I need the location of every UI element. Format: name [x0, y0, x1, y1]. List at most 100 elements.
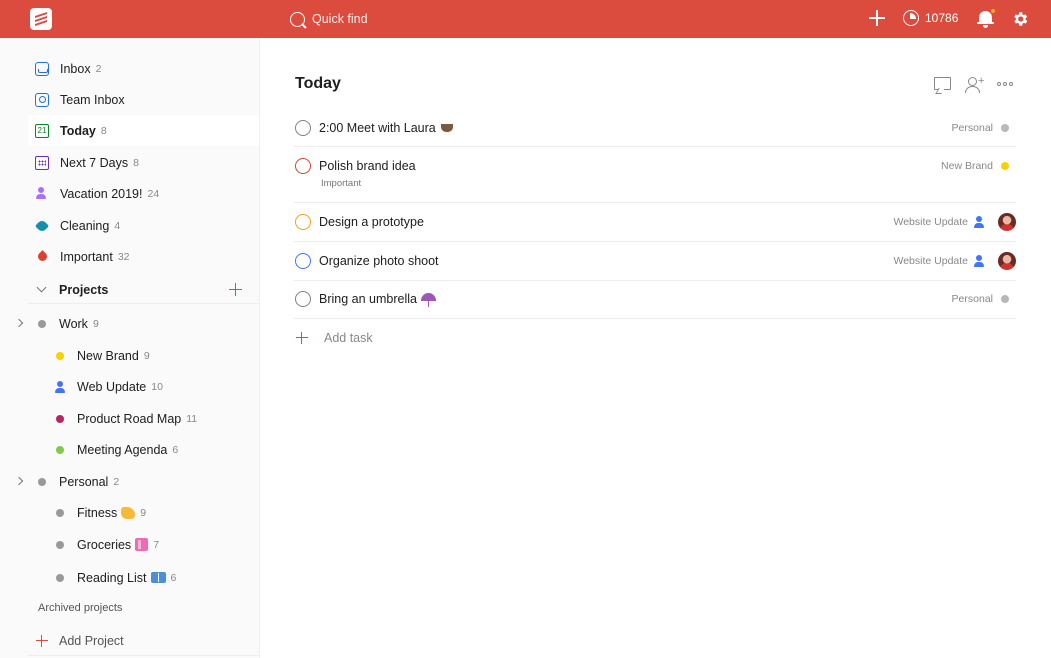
project-label: Web Update: [77, 379, 147, 394]
project-label: Fitness: [77, 505, 118, 520]
chevron-right-icon[interactable]: [14, 318, 24, 328]
productivity-button[interactable]: 10786: [903, 10, 958, 26]
plus-icon: [36, 634, 48, 647]
project-count: 11: [186, 412, 198, 425]
task-project-label[interactable]: Personal: [952, 122, 993, 134]
project-label: Personal: [59, 474, 109, 489]
add-project-button[interactable]: Add Project: [28, 626, 259, 656]
sidebar-item-count: 8: [100, 124, 107, 137]
sidebar-item-next-7-days[interactable]: Next 7 Days 8: [28, 147, 259, 178]
chevron-right-icon[interactable]: [14, 476, 24, 486]
task-row[interactable]: Polish brand idea Important New Brand: [294, 147, 1016, 203]
task-checkbox[interactable]: [295, 214, 311, 230]
task-label-tag[interactable]: Important: [321, 178, 361, 189]
project-color-dot: [1001, 295, 1009, 303]
task-project-label[interactable]: New Brand: [941, 160, 993, 172]
task-content[interactable]: 2:00 Meet with Laura: [319, 121, 453, 135]
share-plus-glyph: +: [978, 75, 985, 87]
task-project-label[interactable]: Website Update: [893, 216, 968, 228]
project-reading-list[interactable]: Reading List 6: [0, 562, 240, 593]
project-web-update[interactable]: Web Update 10: [0, 371, 240, 402]
project-fitness[interactable]: Fitness 9: [0, 497, 240, 528]
sidebar-item-label: Important: [60, 249, 113, 264]
task-checkbox[interactable]: [295, 120, 311, 136]
plus-icon: [296, 332, 308, 344]
person-icon: [54, 380, 66, 393]
team-inbox-icon: [35, 92, 49, 107]
task-project-label[interactable]: Website Update: [893, 255, 968, 267]
add-project-plus-icon[interactable]: [229, 283, 242, 296]
sidebar-item-team-inbox[interactable]: Team Inbox: [28, 84, 259, 115]
task-content[interactable]: Polish brand idea: [319, 159, 416, 173]
task-row[interactable]: 2:00 Meet with Laura Personal: [294, 111, 1016, 147]
assignee-avatar[interactable]: [998, 213, 1016, 231]
quick-find-search[interactable]: Quick find: [290, 9, 368, 29]
search-input[interactable]: Quick find: [312, 12, 368, 26]
settings-gear-icon[interactable]: [1011, 10, 1029, 28]
project-color-dot: [1001, 162, 1009, 170]
person-filter-icon: [35, 186, 49, 201]
productivity-icon: [903, 10, 919, 26]
project-color-dot: [38, 477, 46, 486]
more-options-icon[interactable]: [997, 80, 1015, 88]
task-project-label[interactable]: Personal: [952, 293, 993, 305]
task-checkbox[interactable]: [295, 253, 311, 269]
project-work[interactable]: Work 9: [0, 308, 240, 339]
projects-section-header[interactable]: Projects: [28, 276, 259, 304]
task-content[interactable]: Organize photo shoot: [319, 254, 439, 268]
project-count: 9: [92, 317, 99, 330]
task-checkbox[interactable]: [295, 291, 311, 307]
project-count: 10: [151, 380, 163, 393]
sidebar-item-count: 32: [117, 250, 130, 263]
umbrella-emoji-icon: [420, 293, 436, 307]
task-row[interactable]: Organize photo shoot Website Update: [294, 242, 1016, 281]
notification-dot: [990, 8, 996, 14]
project-color-dot: [56, 351, 64, 360]
top-bar: Quick find 10786: [0, 0, 1051, 38]
task-row[interactable]: Design a prototype Website Update: [294, 203, 1016, 242]
sidebar-item-inbox[interactable]: Inbox 2: [28, 53, 259, 84]
project-color-dot: [38, 319, 46, 328]
sidebar-item-vacation-2019[interactable]: Vacation 2019! 24: [28, 178, 259, 209]
sidebar-item-label: Inbox: [60, 61, 91, 76]
project-label: Reading List: [77, 570, 147, 585]
task-content[interactable]: Bring an umbrella: [319, 292, 436, 307]
notifications-bell-icon[interactable]: [977, 8, 996, 28]
task-content[interactable]: Design a prototype: [319, 215, 424, 229]
sidebar-item-important[interactable]: Important 32: [28, 241, 259, 272]
task-checkbox[interactable]: [295, 158, 311, 174]
project-new-brand[interactable]: New Brand 9: [0, 340, 240, 371]
project-meeting-agenda[interactable]: Meeting Agenda 6: [0, 434, 240, 465]
sidebar-item-count: 4: [114, 219, 121, 232]
comment-icon[interactable]: [934, 76, 952, 94]
project-label: Product Road Map: [77, 411, 182, 426]
sidebar-item-count: 8: [133, 156, 139, 169]
assignee-avatar[interactable]: [998, 252, 1016, 270]
sidebar-item-count: 24: [147, 187, 160, 200]
shared-project-person-icon: [973, 255, 985, 267]
project-personal[interactable]: Personal 2: [0, 466, 240, 497]
sidebar-item-count: 2: [95, 62, 102, 75]
project-product-road-map[interactable]: Product Road Map 11: [0, 403, 240, 434]
sidebar-item-cleaning[interactable]: Cleaning 4: [28, 210, 259, 241]
page-title: Today: [295, 75, 341, 92]
calendar-week-icon: [35, 155, 49, 170]
add-project-label: Add Project: [59, 633, 124, 648]
sidebar-item-label: Team Inbox: [60, 92, 125, 107]
sidebar-item-label: Vacation 2019!: [60, 186, 143, 201]
chevron-down-icon: [36, 282, 47, 293]
project-count: 2: [113, 475, 120, 488]
add-task-button[interactable]: Add task: [296, 328, 373, 348]
quick-add-icon[interactable]: [867, 8, 887, 28]
shared-project-person-icon: [973, 216, 985, 228]
project-groceries[interactable]: Groceries 7: [0, 529, 240, 560]
project-color-dot: [1001, 124, 1009, 132]
project-count: 6: [172, 443, 179, 456]
todoist-logo-icon[interactable]: [30, 8, 52, 30]
sidebar-item-today[interactable]: 21 Today 8: [28, 115, 259, 146]
task-row[interactable]: Bring an umbrella Personal: [294, 281, 1016, 319]
sidebar-item-label: Today: [60, 123, 96, 138]
sidebar-item-label: Cleaning: [60, 218, 110, 233]
add-task-label: Add task: [324, 331, 373, 345]
archived-projects-link[interactable]: Archived projects: [38, 602, 122, 614]
